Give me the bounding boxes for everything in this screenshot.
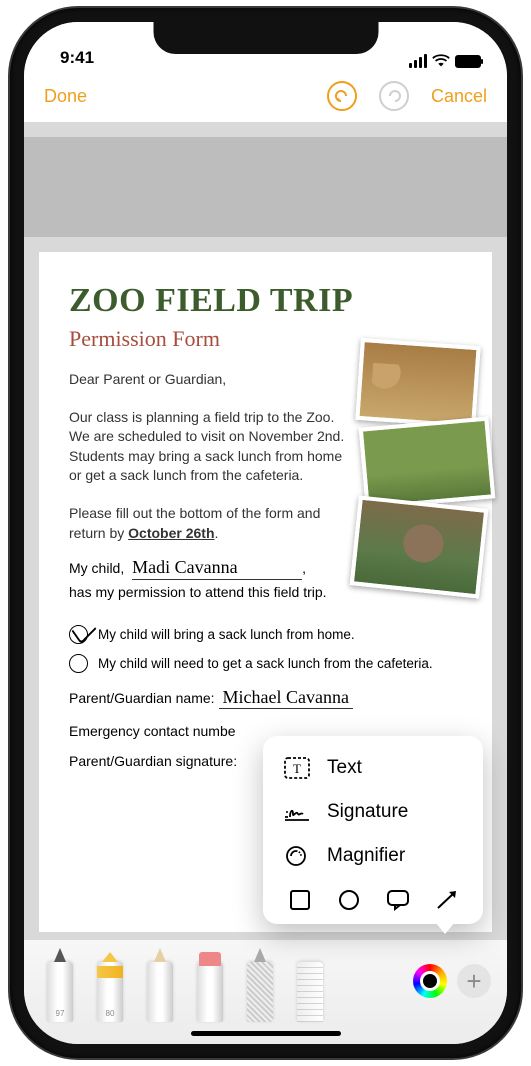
emergency-label: Emergency contact numbe	[69, 723, 236, 739]
parent-name-field[interactable]: Michael Cavanna	[219, 687, 353, 709]
battery-icon	[455, 55, 481, 68]
permission-tail: has my permission to attend this field t…	[69, 583, 359, 603]
shape-speech-bubble-button[interactable]	[385, 888, 411, 912]
home-indicator[interactable]	[191, 1031, 341, 1036]
parent-name-label: Parent/Guardian name:	[69, 690, 215, 706]
markup-toolbar: 97 80 +	[24, 940, 507, 1044]
menu-item-magnifier[interactable]: Magnifier	[263, 834, 483, 878]
tool-label: 80	[106, 1009, 115, 1018]
checkbox-unchecked-icon[interactable]	[69, 654, 88, 673]
page-gap-top	[24, 137, 507, 237]
checkbox-label: My child will need to get a sack lunch f…	[98, 656, 433, 671]
photo-meerkats	[359, 416, 496, 509]
shape-circle-button[interactable]	[336, 888, 362, 912]
undo-button[interactable]	[327, 81, 357, 111]
eraser-tool[interactable]	[190, 950, 230, 1022]
notch	[153, 22, 378, 54]
checkbox-checked-icon[interactable]	[69, 625, 88, 644]
signature-icon	[283, 800, 311, 824]
mychild-label: My child,	[69, 560, 124, 576]
pen-tool[interactable]: 97	[40, 950, 80, 1022]
photo-elephant	[350, 495, 489, 598]
highlighter-tool[interactable]: 80	[90, 950, 130, 1022]
menu-item-text[interactable]: T Text	[263, 746, 483, 790]
plus-icon: +	[466, 966, 481, 997]
shape-arrow-button[interactable]	[434, 888, 460, 912]
checkbox-row-home-lunch[interactable]: My child will bring a sack lunch from ho…	[69, 625, 462, 644]
signature-label: Parent/Guardian signature:	[69, 753, 237, 769]
photo-collage	[338, 342, 498, 602]
menu-label: Magnifier	[327, 845, 405, 867]
shape-square-button[interactable]	[287, 888, 313, 912]
photo-giraffe	[355, 338, 480, 428]
menu-label: Signature	[327, 801, 408, 823]
page-title: ZOO FIELD TRIP	[69, 282, 462, 320]
menu-item-signature[interactable]: Signature	[263, 790, 483, 834]
status-time: 9:41	[60, 48, 94, 68]
magnifier-icon	[283, 844, 311, 868]
ruler-tool[interactable]	[290, 950, 330, 1022]
redo-button	[379, 81, 409, 111]
pencil-tool[interactable]	[140, 950, 180, 1022]
paragraph-2: Please fill out the bottom of the form a…	[69, 504, 349, 543]
color-picker-button[interactable]	[413, 964, 447, 998]
checkbox-label: My child will bring a sack lunch from ho…	[98, 627, 355, 642]
tool-label: 97	[56, 1009, 65, 1018]
add-menu-popover: T Text Signature Magnifier	[263, 736, 483, 924]
parent-name-line: Parent/Guardian name: Michael Cavanna	[69, 687, 462, 709]
text-icon: T	[283, 756, 311, 780]
wifi-icon	[432, 54, 450, 68]
nav-bar: Done Cancel	[24, 70, 507, 122]
child-name-field[interactable]: Madi Cavanna	[132, 557, 302, 580]
lasso-tool[interactable]	[240, 950, 280, 1022]
current-color-icon	[420, 971, 440, 991]
cancel-button[interactable]: Cancel	[431, 86, 487, 107]
cellular-signal-icon	[409, 54, 428, 68]
svg-text:T: T	[293, 761, 301, 776]
add-button[interactable]: +	[457, 964, 491, 998]
done-button[interactable]: Done	[44, 86, 87, 107]
salutation: Dear Parent or Guardian,	[69, 370, 339, 390]
paragraph-1: Our class is planning a field trip to th…	[69, 408, 349, 486]
checkbox-row-cafeteria-lunch[interactable]: My child will need to get a sack lunch f…	[69, 654, 462, 673]
menu-label: Text	[327, 757, 362, 779]
